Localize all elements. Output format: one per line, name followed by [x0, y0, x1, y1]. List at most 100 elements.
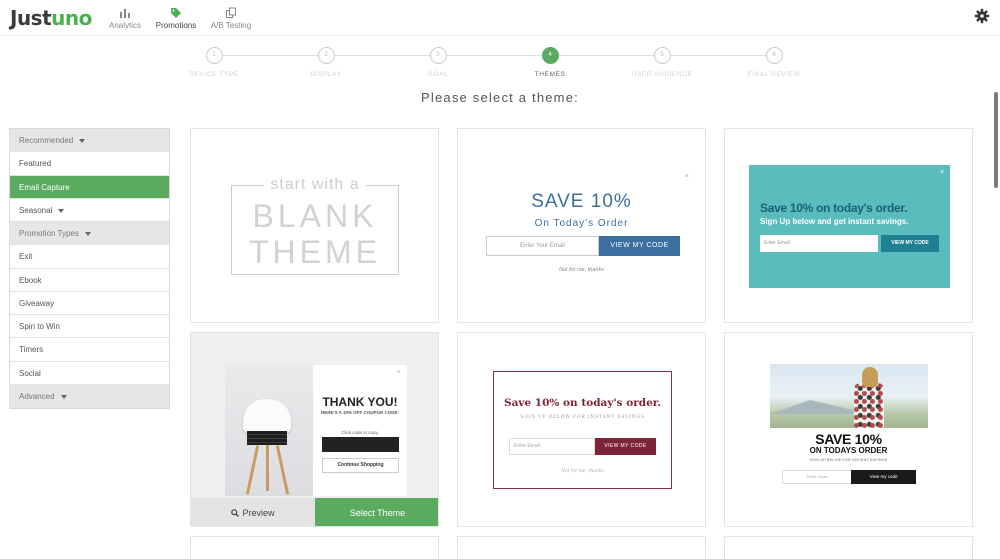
theme-cta-button: VIEW MY CODE	[595, 438, 656, 455]
model-photo	[770, 364, 928, 428]
theme-small-text: SIGN UP BELOW FOR INSTANT SAVINGS	[809, 458, 888, 462]
page-scrollbar[interactable]	[994, 92, 998, 188]
preview-button[interactable]: Preview	[191, 498, 315, 526]
step-number: 6	[765, 47, 783, 64]
sidebar-item-label: Email Capture	[19, 182, 70, 192]
close-icon: ×	[396, 369, 401, 376]
tag-icon	[171, 8, 181, 18]
top-bar: Justuno Analytics Promotions A/B Testing	[0, 0, 1000, 36]
theme-cta-button: VIEW MY CODE	[599, 236, 680, 256]
step-themes[interactable]: 4 Themes	[515, 46, 585, 78]
sidebar-item-label: Giveaway	[19, 298, 55, 308]
sidebar-item-label: Advanced	[19, 391, 55, 401]
theme-subtitle: On Today's Order	[534, 218, 629, 229]
theme-card-partial[interactable]	[724, 536, 973, 559]
step-goal[interactable]: 3 Goal	[403, 46, 473, 78]
sidebar-header-recommended[interactable]: Recommended	[10, 129, 169, 153]
sidebar-item-email-capture[interactable]: Email Capture	[10, 175, 169, 199]
sidebar-item-label: Exit	[19, 252, 33, 262]
sidebar-item-exit[interactable]: Exit	[10, 245, 169, 269]
caret-down-icon	[58, 208, 65, 213]
theme-decline-link: Not for me, thanks	[559, 267, 604, 273]
theme-card-partial[interactable]	[457, 536, 706, 559]
theme-card-blank[interactable]: start with a BLANK THEME	[190, 128, 439, 323]
caret-down-icon	[60, 394, 67, 399]
step-user-audience[interactable]: 5 User Audience	[627, 46, 697, 78]
theme-cta-button: Continue Shopping	[322, 458, 399, 473]
preview-label: Preview	[242, 508, 275, 518]
nav-label: Analytics	[108, 21, 141, 30]
nav-label: A/B Testing	[210, 21, 252, 30]
step-number: 4	[541, 47, 559, 64]
theme-email-input: Enter Email	[760, 235, 878, 252]
coupon-code-box	[322, 437, 399, 452]
sidebar-item-label: Featured	[19, 159, 52, 169]
step-label: Display	[310, 71, 342, 78]
step-label: User Audience	[631, 71, 693, 78]
justuno-logo[interactable]: Justuno	[10, 6, 92, 30]
thank-you-popup-preview: × THANK YOU! HERE'S A 10% OFF COUPON COD…	[225, 365, 407, 496]
sidebar-item-social[interactable]: Social	[10, 361, 169, 385]
theme-cta-button: VIEW MY CODE	[881, 235, 939, 252]
theme-title: SAVE 10%	[815, 431, 882, 447]
step-number: 3	[429, 47, 447, 64]
theme-card-teal[interactable]: × Save 10% on today's order. Sign Up bel…	[724, 128, 973, 323]
sidebar-header-promotion-types[interactable]: Promotion Types	[10, 222, 169, 246]
nav-label: Promotions	[155, 21, 197, 30]
theme-subtitle: Sign Up below and get instant savings.	[760, 217, 909, 226]
sidebar-item-featured[interactable]: Featured	[10, 152, 169, 176]
step-number: 2	[317, 47, 335, 64]
theme-title: Save 10% on today's order.	[503, 397, 662, 409]
blank-theme-frame: start with a BLANK THEME	[231, 176, 399, 275]
theme-subtitle: SIGN UP BELOW FOR INSTANT SAVINGS	[520, 415, 645, 420]
sidebar-item-ebook[interactable]: Ebook	[10, 268, 169, 292]
step-number: 5	[653, 47, 671, 64]
close-icon: ×	[684, 173, 689, 180]
theme-subtitle: ON TODAYS ORDER	[809, 446, 888, 455]
step-label: Final Review	[747, 71, 801, 78]
theme-card-thank-you[interactable]: × THANK YOU! HERE'S A 10% OFF COUPON COD…	[190, 332, 439, 527]
step-label: Themes	[534, 71, 566, 78]
caret-down-icon	[79, 138, 86, 143]
blank-theme-line1: start with a	[264, 176, 366, 193]
theme-cta-button: View my code	[851, 470, 916, 484]
sidebar-item-label: Promotion Types	[19, 229, 79, 238]
sidebar-item-seasonal[interactable]: Seasonal	[10, 198, 169, 222]
theme-title: Save 10% on today's order.	[760, 201, 908, 215]
theme-card-photo[interactable]: SAVE 10% ON TODAYS ORDER SIGN UP BELOW F…	[724, 332, 973, 527]
sidebar-item-label: Ebook	[19, 275, 42, 285]
theme-decline-link: Not for me, thanks	[561, 469, 604, 474]
step-label: Device Type	[189, 71, 239, 78]
sidebar-item-label: Recommended	[19, 136, 74, 145]
caret-down-icon	[84, 231, 91, 236]
gear-icon[interactable]	[974, 8, 990, 24]
sidebar-item-giveaway[interactable]: Giveaway	[10, 291, 169, 315]
theme-card-blue[interactable]: × SAVE 10% On Today's Order Enter Your E…	[457, 128, 706, 323]
step-final-review[interactable]: 6 Final Review	[739, 46, 809, 78]
sidebar-item-label: Spin to Win	[19, 322, 60, 331]
copy-icon	[226, 7, 236, 18]
sidebar-header-advanced[interactable]: Advanced	[10, 384, 169, 408]
sidebar-item-label: Seasonal	[19, 205, 53, 215]
theme-card-partial[interactable]	[190, 536, 439, 559]
step-number: 1	[205, 47, 223, 64]
blank-theme-line3: THEME	[249, 234, 381, 270]
theme-email-input: Enter Your Email	[486, 236, 599, 256]
nav-promotions[interactable]: Promotions	[146, 7, 206, 30]
sidebar-item-label: Timers	[19, 345, 44, 355]
step-display[interactable]: 2 Display	[291, 46, 361, 78]
theme-card-maroon[interactable]: Save 10% on today's order. SIGN UP BELOW…	[457, 332, 706, 527]
blank-theme-line2: BLANK	[252, 198, 378, 234]
theme-email-input: Enter Email	[509, 438, 595, 455]
sidebar-item-label: Social	[19, 368, 41, 378]
nav-ab-testing[interactable]: A/B Testing	[201, 7, 261, 30]
select-theme-button[interactable]: Select Theme	[315, 498, 438, 526]
sidebar-item-timers[interactable]: Timers	[10, 338, 169, 362]
step-device-type[interactable]: 1 Device Type	[179, 46, 249, 78]
page-heading: Please select a theme:	[421, 90, 579, 105]
maroon-popup-preview: Save 10% on today's order. SIGN UP BELOW…	[493, 371, 672, 489]
sidebar-item-spin-to-win[interactable]: Spin to Win	[10, 315, 169, 339]
wizard-stepper: 1 Device Type 2 Display 3 Goal 4 Themes …	[189, 46, 810, 86]
chair-photo	[225, 365, 313, 496]
close-icon: ×	[939, 169, 944, 176]
